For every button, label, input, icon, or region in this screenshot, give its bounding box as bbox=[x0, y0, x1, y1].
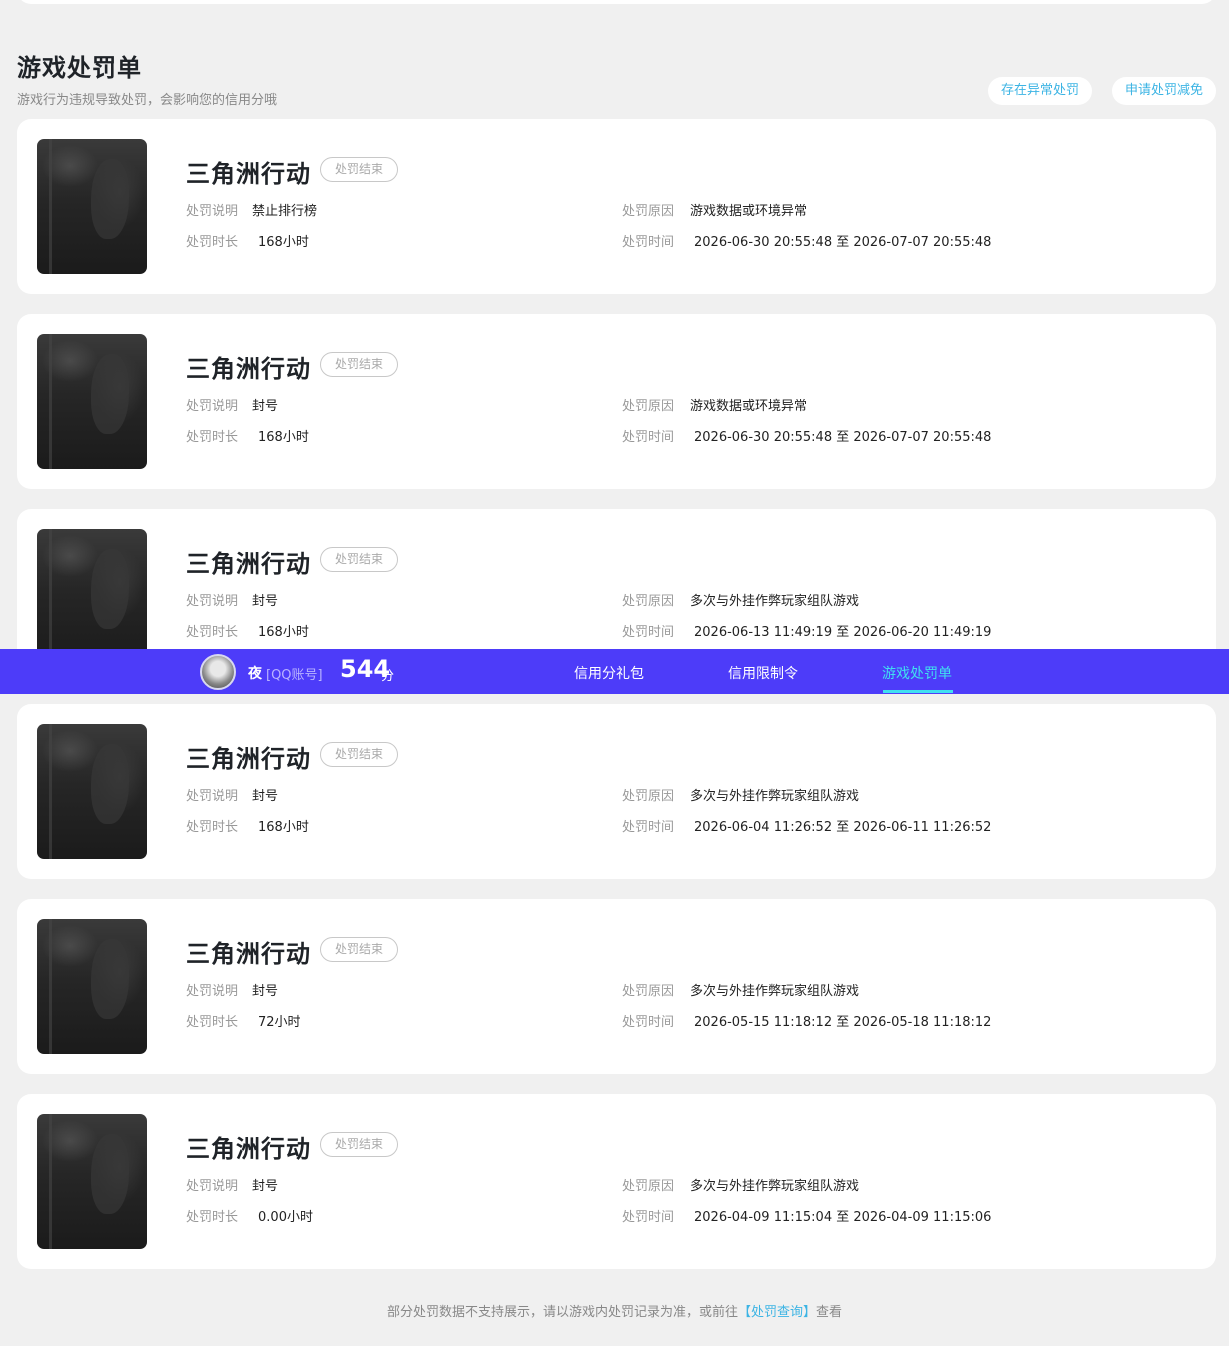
nickname: 夜 bbox=[248, 666, 262, 682]
apply-reduction-button[interactable]: 申请处罚减免 bbox=[1111, 77, 1216, 105]
sticky-navbar: 夜 [QQ账号] 544 分 信用分礼包 信用限制令 游戏处罚单 bbox=[0, 649, 1229, 694]
penalty-time-row: 处罚时间 2026-06-30 20:55:48 至 2026-07-07 20:… bbox=[622, 430, 992, 445]
penalty-time-row: 处罚时间 2026-05-15 11:18:12 至 2026-05-18 11:… bbox=[622, 1015, 992, 1030]
penalty-desc-row: 处罚说明 封号 bbox=[186, 399, 279, 414]
game-cover-image bbox=[37, 139, 147, 274]
penalty-desc-row: 处罚说明 封号 bbox=[186, 984, 279, 999]
penalty-duration-row: 处罚时长 0.00小时 bbox=[186, 1210, 313, 1225]
penalty-desc-row: 处罚说明 封号 bbox=[186, 789, 279, 804]
status-badge: 处罚结束 bbox=[320, 742, 399, 767]
game-name: 三角洲行动 bbox=[186, 1135, 311, 1163]
footer-note: 部分处罚数据不支持展示，请以游戏内处罚记录为准，或前往【处罚查询】查看 bbox=[386, 1305, 843, 1320]
penalty-duration-row: 处罚时长 72小时 bbox=[186, 1015, 301, 1030]
tab-credit-gift[interactable]: 信用分礼包 bbox=[574, 663, 644, 683]
game-cover-image bbox=[37, 919, 147, 1054]
game-cover-image bbox=[37, 1114, 147, 1249]
game-name: 三角洲行动 bbox=[186, 355, 311, 383]
penalty-time-row: 处罚时间 2026-06-04 11:26:52 至 2026-06-11 11:… bbox=[622, 820, 992, 835]
game-name: 三角洲行动 bbox=[186, 940, 311, 968]
header-actions: 存在异常处罚 申请处罚减免 bbox=[987, 77, 1216, 105]
penalty-desc-row: 处罚说明 封号 bbox=[186, 594, 279, 609]
penalty-desc-row: 处罚说明 封号 bbox=[186, 1179, 279, 1194]
penalty-duration-row: 处罚时长 168小时 bbox=[186, 625, 309, 640]
penalty-reason-row: 处罚原因 游戏数据或环境异常 bbox=[622, 204, 808, 219]
penalty-reason-row: 处罚原因 多次与外挂作弊玩家组队游戏 bbox=[622, 789, 860, 804]
penalty-card: 三角洲行动 处罚结束 处罚说明 禁止排行榜 处罚时长 168小时 处罚原因 游戏数据或… bbox=[17, 119, 1216, 294]
tab-credit-restriction[interactable]: 信用限制令 bbox=[728, 663, 798, 683]
penalty-reason-row: 处罚原因 多次与外挂作弊玩家组队游戏 bbox=[622, 594, 860, 609]
game-name: 三角洲行动 bbox=[186, 745, 311, 773]
status-badge: 处罚结束 bbox=[320, 547, 399, 572]
penalty-duration-row: 处罚时长 168小时 bbox=[186, 235, 309, 250]
penalty-duration-row: 处罚时长 168小时 bbox=[186, 820, 309, 835]
status-badge: 处罚结束 bbox=[320, 1132, 399, 1157]
penalty-reason-row: 处罚原因 多次与外挂作弊玩家组队游戏 bbox=[622, 1179, 860, 1194]
score-unit: 分 bbox=[381, 669, 395, 684]
status-badge: 处罚结束 bbox=[320, 937, 399, 962]
section-header: 游戏处罚单 游戏行为违规导致处罚，会影响您的信用分哦 存在异常处罚 申请处罚减免 bbox=[17, 48, 1216, 108]
abnormal-penalty-button[interactable]: 存在异常处罚 bbox=[987, 77, 1092, 105]
account-type: [QQ账号] bbox=[266, 668, 323, 683]
penalty-card: 三角洲行动 处罚结束 处罚说明 封号 处罚时长 168小时 处罚原因 多次与外挂作弊玩… bbox=[17, 704, 1216, 879]
status-badge: 处罚结束 bbox=[320, 157, 399, 182]
game-name: 三角洲行动 bbox=[186, 160, 311, 188]
penalty-reason-row: 处罚原因 游戏数据或环境异常 bbox=[622, 399, 808, 414]
tab-game-penalty[interactable]: 游戏处罚单 bbox=[882, 663, 952, 683]
avatar[interactable] bbox=[200, 654, 236, 690]
penalty-duration-row: 处罚时长 168小时 bbox=[186, 430, 309, 445]
game-name: 三角洲行动 bbox=[186, 550, 311, 578]
game-cover-image bbox=[37, 529, 147, 664]
penalty-query-link[interactable]: 【处罚查询】 bbox=[738, 1305, 816, 1320]
penalty-time-row: 处罚时间 2026-06-30 20:55:48 至 2026-07-07 20:… bbox=[622, 235, 992, 250]
penalty-time-row: 处罚时间 2026-04-09 11:15:04 至 2026-04-09 11:… bbox=[622, 1210, 992, 1225]
penalty-card: 三角洲行动 处罚结束 处罚说明 封号 处罚时长 0.00小时 处罚原因 多次与外挂作弊… bbox=[17, 1094, 1216, 1269]
penalty-time-row: 处罚时间 2026-06-13 11:49:19 至 2026-06-20 11:… bbox=[622, 625, 992, 640]
penalty-desc-row: 处罚说明 禁止排行榜 bbox=[186, 204, 318, 219]
penalty-card: 三角洲行动 处罚结束 处罚说明 封号 处罚时长 168小时 处罚原因 游戏数据或环境异… bbox=[17, 314, 1216, 489]
game-cover-image bbox=[37, 724, 147, 859]
penalty-reason-row: 处罚原因 多次与外挂作弊玩家组队游戏 bbox=[622, 984, 860, 999]
previous-card-edge bbox=[17, 0, 1216, 4]
status-badge: 处罚结束 bbox=[320, 352, 399, 377]
game-cover-image bbox=[37, 334, 147, 469]
penalty-card: 三角洲行动 处罚结束 处罚说明 封号 处罚时长 72小时 处罚原因 多次与外挂作弊玩家… bbox=[17, 899, 1216, 1074]
active-tab-indicator bbox=[883, 690, 953, 693]
